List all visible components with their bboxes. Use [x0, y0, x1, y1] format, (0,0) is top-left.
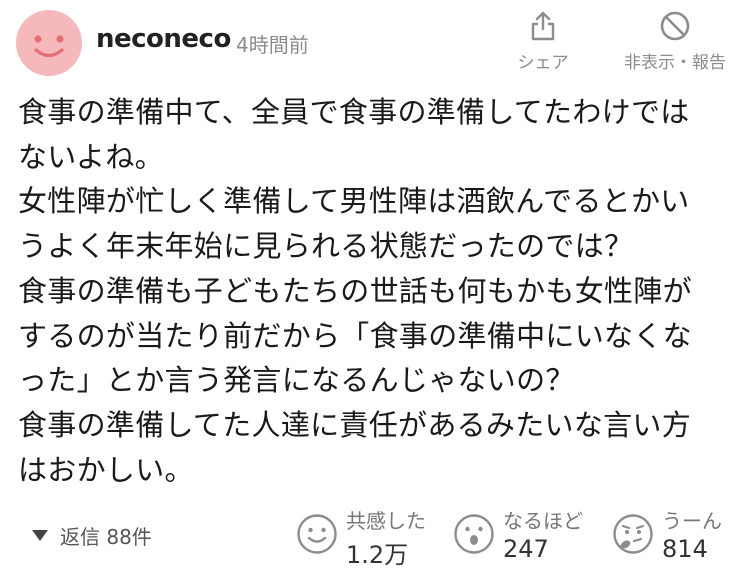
share-label: シェア [517, 53, 569, 73]
surprised-face-icon [454, 514, 494, 554]
share-icon [531, 11, 555, 41]
avatar [16, 10, 82, 76]
comment-body-line: うよく年末年始に見られる状態だったのでは？ [18, 229, 634, 264]
comment-body-line: 食事の準備してた人達に責任があるみたいな言い方 [18, 407, 692, 442]
share-button[interactable]: シェア [510, 10, 576, 73]
timestamp: 4時間前 [236, 33, 309, 57]
hide-report-label: 非表示・報告 [624, 53, 726, 73]
comment-body-line: ないよね。 [18, 139, 164, 174]
comment-footer: 返信 88件 共感した 1.2万 なるほど 247 うーん 814 [0, 505, 750, 575]
hide-report-button[interactable]: 非表示・報告 [612, 10, 738, 73]
comment-body-line: はおかしい。 [18, 452, 194, 487]
comment-body-line: った」とか言う発言になるんじゃないの？ [18, 363, 575, 398]
comment-body-line: するのが当たり前だから「食事の準備中にいなくな [18, 318, 692, 353]
smile-face-icon [297, 514, 337, 554]
reaction-count: 247 [503, 535, 549, 563]
comment-body-line: 女性陣が忙しく準備して男性陣は酒飲んでるとかい [18, 184, 690, 219]
reaction-label: なるほど [503, 509, 583, 533]
triangle-down-icon [32, 530, 48, 541]
replies-label: 返信 88件 [60, 525, 152, 549]
replies-toggle[interactable]: 返信 88件 [32, 521, 152, 550]
block-icon [660, 11, 690, 41]
thinking-face-icon [613, 514, 653, 554]
comment-body-line: 食事の準備中て、全員で食事の準備してたわけでは [18, 95, 690, 129]
comment-body: 食事の準備中て、全員で食事の準備してたわけでは ないよね。 女性陣が忙しく準備し… [18, 90, 734, 492]
reaction-label: うーん [662, 509, 722, 533]
username[interactable]: neconeco [96, 24, 231, 54]
reaction-count: 1.2万 [346, 541, 409, 569]
reaction-count: 814 [662, 535, 708, 563]
smiley-avatar-icon [16, 10, 82, 76]
reaction-label: 共感した [346, 509, 426, 533]
comment-body-line: 食事の準備も子どもたちの世話も何もかも女性陣が [18, 273, 692, 308]
